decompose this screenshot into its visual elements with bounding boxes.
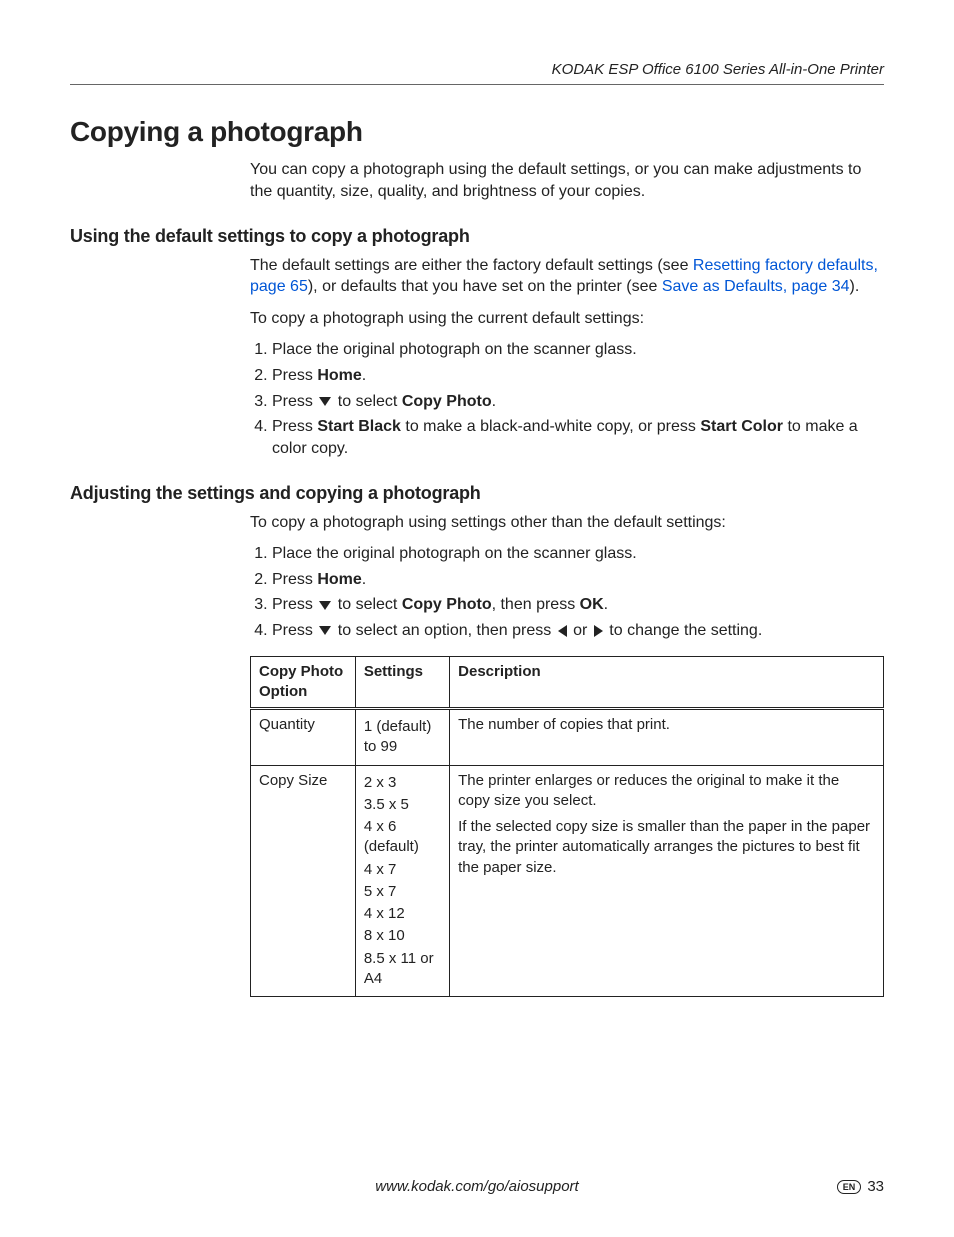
setting-value: 8.5 x 11 or A4 (364, 949, 441, 990)
text: to select (333, 393, 401, 410)
description-paragraph: If the selected copy size is smaller tha… (458, 817, 875, 878)
arrow-left-icon (558, 625, 567, 637)
text: Press (272, 596, 317, 613)
setting-value: 3.5 x 5 (364, 795, 441, 815)
button-start-color: Start Color (700, 418, 783, 435)
list-item: Press to select an option, then press or… (272, 620, 884, 642)
table-cell-description: The number of copies that print. (450, 709, 884, 766)
table-header-option: Copy Photo Option (251, 656, 356, 709)
arrow-down-icon (319, 626, 331, 635)
text: to select an option, then press (333, 622, 555, 639)
page-number: EN 33 (837, 1177, 884, 1197)
button-name-home: Home (317, 571, 361, 588)
text: or (569, 622, 592, 639)
list-item: Press to select Copy Photo, then press O… (272, 594, 884, 616)
table-header-description: Description (450, 656, 884, 709)
table-row: Quantity1 (default) to 99 The number of c… (251, 709, 884, 766)
text: Press (272, 571, 317, 588)
option-copy-photo: Copy Photo (402, 596, 492, 613)
text: to make a black-and-white copy, or press (401, 418, 700, 435)
list-item: Press Start Black to make a black-and-wh… (272, 416, 884, 459)
setting-value: 4 x 12 (364, 904, 441, 924)
option-copy-photo: Copy Photo (402, 393, 492, 410)
table-cell-option: Quantity (251, 709, 356, 766)
text: ), or defaults that you have set on the … (308, 278, 662, 295)
table-header-settings: Settings (355, 656, 449, 709)
running-header: KODAK ESP Office 6100 Series All-in-One … (70, 60, 884, 85)
table-cell-settings: 2 x 33.5 x 54 x 6 (default)4 x 75 x 74 x… (355, 765, 449, 997)
list-item: Place the original photograph on the sca… (272, 339, 884, 361)
text: , then press (492, 596, 580, 613)
section-heading-adjust: Adjusting the settings and copying a pho… (70, 481, 884, 505)
list-item: Press Home. (272, 365, 884, 387)
list-item: Press Home. (272, 569, 884, 591)
text: The default settings are either the fact… (250, 257, 693, 274)
list-item: Press to select Copy Photo. (272, 391, 884, 413)
intro-paragraph: You can copy a photograph using the defa… (250, 159, 884, 202)
table-cell-settings: 1 (default) to 99 (355, 709, 449, 766)
list-item: Place the original photograph on the sca… (272, 543, 884, 565)
setting-value: 8 x 10 (364, 926, 441, 946)
setting-value: 2 x 3 (364, 773, 441, 793)
text: . (492, 393, 496, 410)
copy-photo-options-table: Copy Photo Option Settings Description Q… (250, 656, 884, 998)
text: Press (272, 622, 317, 639)
page-title: Copying a photograph (70, 113, 884, 151)
adjust-steps-list: Place the original photograph on the sca… (250, 543, 884, 641)
text: to select (333, 596, 401, 613)
setting-value: 5 x 7 (364, 882, 441, 902)
default-settings-paragraph: The default settings are either the fact… (250, 255, 884, 298)
table-row: Copy Size2 x 33.5 x 54 x 6 (default)4 x … (251, 765, 884, 997)
page-number-value: 33 (867, 1178, 884, 1195)
arrow-down-icon (319, 397, 331, 406)
text: . (362, 571, 366, 588)
text: . (362, 367, 366, 384)
table-cell-description: The printer enlarges or reduces the orig… (450, 765, 884, 997)
text: to change the setting. (605, 622, 762, 639)
button-ok: OK (580, 596, 604, 613)
button-name-home: Home (317, 367, 361, 384)
default-instructions-lead: To copy a photograph using the current d… (250, 308, 884, 330)
language-badge: EN (837, 1180, 862, 1194)
default-steps-list: Place the original photograph on the sca… (250, 339, 884, 459)
button-start-black: Start Black (317, 418, 401, 435)
page-footer: www.kodak.com/go/aiosupport EN 33 (70, 1177, 884, 1197)
description-paragraph: The printer enlarges or reduces the orig… (458, 771, 875, 812)
arrow-right-icon (594, 625, 603, 637)
adjust-instructions-lead: To copy a photograph using settings othe… (250, 512, 884, 534)
text: Press (272, 393, 317, 410)
text: Press (272, 367, 317, 384)
text: Press (272, 418, 317, 435)
text: . (604, 596, 608, 613)
table-cell-option: Copy Size (251, 765, 356, 997)
text: ). (850, 278, 860, 295)
arrow-down-icon (319, 601, 331, 610)
setting-value: 4 x 7 (364, 860, 441, 880)
setting-value: 4 x 6 (default) (364, 817, 441, 858)
setting-value: 1 (default) to 99 (364, 717, 441, 758)
description-paragraph: The number of copies that print. (458, 715, 875, 735)
link-save-as-defaults[interactable]: Save as Defaults, page 34 (662, 278, 850, 295)
footer-url: www.kodak.com/go/aiosupport (375, 1178, 578, 1195)
section-heading-default: Using the default settings to copy a pho… (70, 224, 884, 248)
